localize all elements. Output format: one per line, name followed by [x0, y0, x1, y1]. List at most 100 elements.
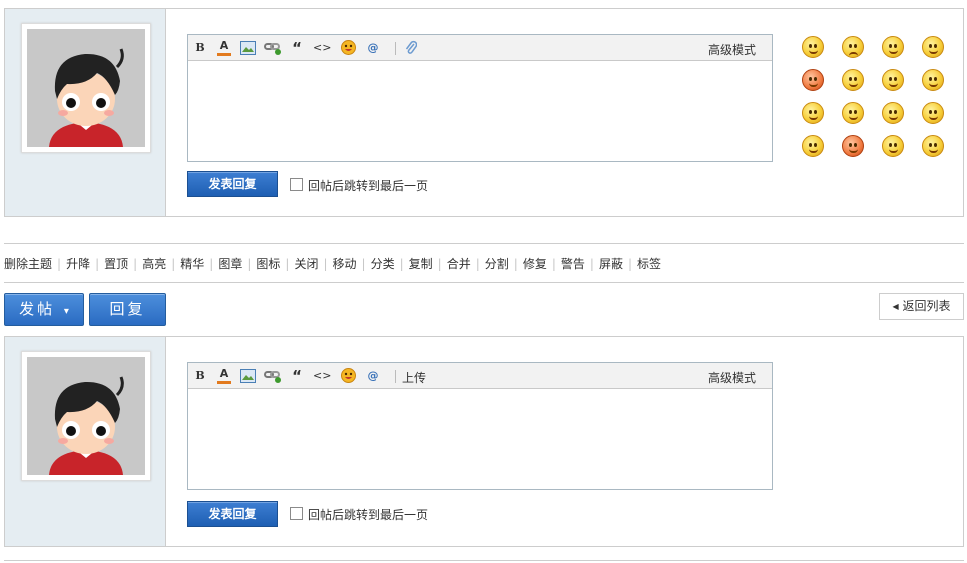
smiley-laugh-icon[interactable] [882, 36, 904, 58]
submit-reply-button[interactable]: 发表回复 [187, 501, 278, 527]
link-button[interactable] [264, 39, 282, 57]
at-button[interactable]: @ [364, 367, 382, 385]
reply-box-1: B A “ <> @ 高级模式 发表回复 回帖后跳转到最后一页 [4, 8, 964, 217]
mod-separator: | [361, 257, 366, 271]
mod-action-link[interactable]: 修复 [523, 257, 547, 271]
mod-separator: | [627, 257, 632, 271]
smiley-big-grin-icon[interactable] [922, 102, 944, 124]
smiley-angry-icon[interactable] [802, 69, 824, 91]
smiley-wink-icon[interactable] [842, 102, 864, 124]
attachment-button[interactable] [402, 39, 420, 57]
smiley-squint-icon[interactable] [882, 102, 904, 124]
mod-separator: | [437, 257, 442, 271]
submit-reply-button[interactable]: 发表回复 [187, 171, 278, 197]
mod-action-link[interactable]: 合并 [447, 257, 471, 271]
quote-button[interactable]: “ [288, 39, 306, 57]
editor-toolbar: B A “ <> @ 高级模式 [188, 35, 772, 61]
mod-action-link[interactable]: 图标 [256, 257, 280, 271]
arrow-left-icon: ◀ [892, 302, 899, 311]
reply-label: 回复 [109, 300, 146, 318]
smiley-grin-icon[interactable] [802, 36, 824, 58]
font-color-icon: A [219, 367, 229, 380]
back-to-list-label: 返回列表 [902, 299, 951, 313]
at-button[interactable]: @ [364, 39, 382, 57]
mod-action-link[interactable]: 分类 [371, 257, 395, 271]
mod-separator: | [95, 257, 100, 271]
reply-textarea[interactable] [188, 62, 772, 161]
mod-action-link[interactable]: 高亮 [142, 257, 166, 271]
mod-separator: | [171, 257, 176, 271]
toolbar-separator [395, 370, 396, 383]
mod-action-link[interactable]: 图章 [218, 257, 242, 271]
code-button[interactable]: <> [313, 367, 331, 385]
reply-editor: B A “ <> @ 高级模式 [187, 34, 773, 162]
mod-separator: | [57, 257, 62, 271]
smiley-cry-icon[interactable] [922, 36, 944, 58]
advanced-mode-link[interactable]: 高级模式 [708, 41, 756, 58]
jump-last-page-checkbox[interactable] [290, 507, 303, 520]
font-color-icon: A [219, 39, 229, 52]
moderator-actions: 删除主题 | 升降 | 置顶 | 高亮 | 精华 | 图章 | 图标 | 关闭 | 移动 | 分类 | 复制 | 合并 | 分割… [4, 255, 661, 271]
jump-last-page-label: 回帖后跳转到最后一页 [308, 179, 429, 193]
editor-toolbar: B A “ <> @ 上传 高级模式 [188, 363, 772, 389]
mod-separator: | [247, 257, 252, 271]
smiley-tongue-icon[interactable] [882, 69, 904, 91]
smiley-hug-icon[interactable] [802, 102, 824, 124]
bold-button[interactable]: B [191, 367, 209, 385]
smiley-icon [340, 368, 356, 383]
mod-action-link[interactable]: 屏蔽 [599, 257, 623, 271]
new-post-button[interactable]: 发帖 ▾ [4, 293, 84, 326]
jump-last-page-checkbox[interactable] [290, 178, 303, 191]
smiley-shock-icon[interactable] [842, 135, 864, 157]
mod-separator: | [133, 257, 138, 271]
bold-button[interactable]: B [191, 39, 209, 57]
font-color-button[interactable]: A [215, 39, 233, 57]
reply-box-2: B A “ <> @ 上传 高级模式 发表回复 回帖后跳转到最后一页 [4, 336, 964, 547]
smiley-sad-icon[interactable] [842, 36, 864, 58]
mod-action-link[interactable]: 精华 [180, 257, 204, 271]
smiley-confused-icon[interactable] [842, 69, 864, 91]
new-post-label: 发帖 [19, 300, 56, 318]
divider [4, 560, 964, 561]
image-button[interactable] [239, 367, 257, 385]
jump-last-page-label: 回帖后跳转到最后一页 [308, 508, 429, 522]
smiley-smile-icon[interactable] [802, 135, 824, 157]
mod-separator: | [285, 257, 290, 271]
font-color-button[interactable]: A [215, 367, 233, 385]
paperclip-icon [405, 40, 418, 54]
mod-action-link[interactable]: 置顶 [104, 257, 128, 271]
divider [4, 243, 964, 244]
reply-textarea[interactable] [188, 390, 772, 489]
smiley-sweat-icon[interactable] [922, 135, 944, 157]
smiley-shy-icon[interactable] [922, 69, 944, 91]
mod-separator: | [589, 257, 594, 271]
smiley-button[interactable] [339, 39, 357, 57]
mod-action-link[interactable]: 复制 [409, 257, 433, 271]
avatar-frame [21, 23, 151, 153]
link-button[interactable] [264, 367, 282, 385]
smiley-button[interactable] [339, 367, 357, 385]
image-button[interactable] [239, 39, 257, 57]
image-icon [240, 41, 256, 55]
mod-action-link[interactable]: 警告 [561, 257, 585, 271]
mod-action-link[interactable]: 关闭 [294, 257, 318, 271]
avatar [27, 29, 145, 147]
mod-action-link[interactable]: 分割 [485, 257, 509, 271]
chevron-down-icon: ▾ [63, 306, 69, 317]
mod-action-link[interactable]: 删除主题 [4, 257, 52, 271]
image-icon [240, 369, 256, 383]
link-icon [264, 371, 281, 383]
mod-action-link[interactable]: 标签 [637, 257, 661, 271]
user-sidebar [5, 9, 166, 216]
upload-button[interactable]: 上传 [402, 369, 426, 386]
back-to-list-button[interactable]: ◀ 返回列表 [879, 293, 964, 320]
smiley-mad-icon[interactable] [882, 135, 904, 157]
advanced-mode-link[interactable]: 高级模式 [708, 369, 756, 386]
code-button[interactable]: <> [313, 39, 331, 57]
smiley-icon [340, 40, 356, 55]
mod-action-link[interactable]: 升降 [66, 257, 90, 271]
mod-action-link[interactable]: 移动 [333, 257, 357, 271]
quote-button[interactable]: “ [288, 367, 306, 385]
reply-button[interactable]: 回复 [89, 293, 166, 326]
mod-separator: | [475, 257, 480, 271]
